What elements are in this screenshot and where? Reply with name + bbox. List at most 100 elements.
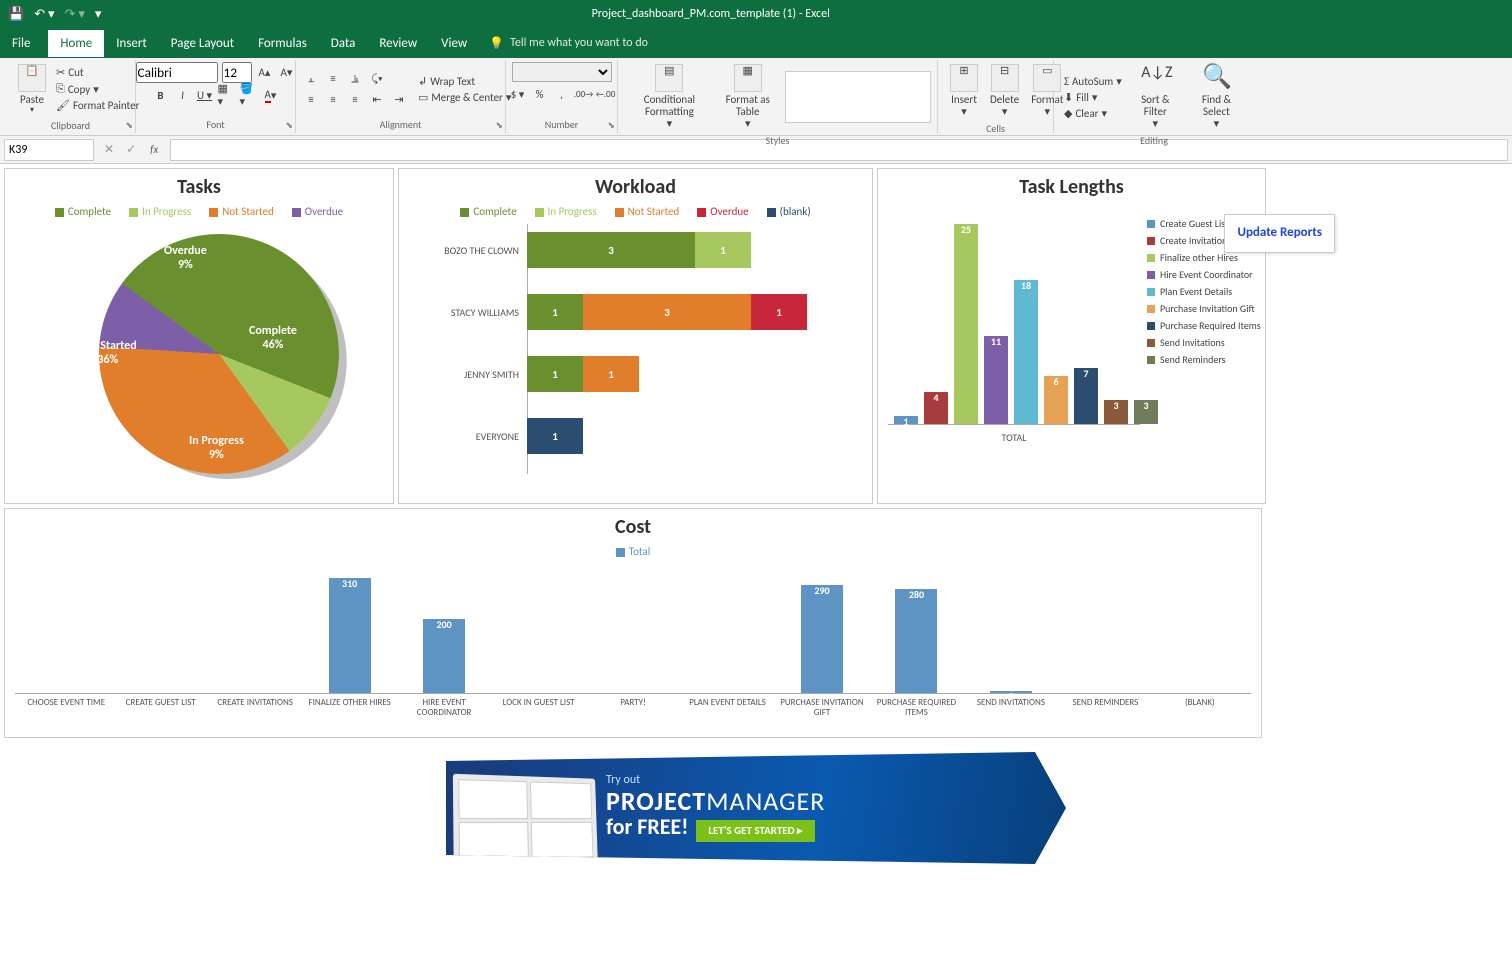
accounting-format-icon[interactable]: $ ▾ xyxy=(509,85,527,103)
cancel-formula-icon[interactable]: ✕ xyxy=(98,142,120,157)
y-axis-label: STACY WILLIAMS xyxy=(409,306,519,319)
clipboard-dialog-launcher[interactable]: ⬊ xyxy=(125,120,133,131)
tab-formulas[interactable]: Formulas xyxy=(246,30,319,57)
clear-button[interactable]: ◆Clear ▾ xyxy=(1060,106,1126,121)
group-editing: Σ AutoSum ▾ ⬇Fill ▾ ◆Clear ▾ A↓ZSort & F… xyxy=(1054,60,1254,133)
conditional-formatting-button[interactable]: ▤Conditional Formatting ▾ xyxy=(624,62,715,132)
percent-format-icon[interactable]: % xyxy=(531,85,549,103)
window-title: Project_dashboard_PM.com_template (1) - … xyxy=(109,7,1312,21)
hbar-row: JENNY SMITH11 xyxy=(527,348,862,400)
x-axis-label: CREATE GUEST LIST xyxy=(113,698,207,718)
title-bar: 💾 ↶ ▾ ↷ ▾ ▾ Project_dashboard_PM.com_tem… xyxy=(0,0,1512,28)
decrease-decimal-icon[interactable]: ←.00 xyxy=(597,85,615,103)
align-bottom-icon[interactable]: ⫡ xyxy=(346,70,364,88)
insert-cells-button[interactable]: ⊞Insert▾ xyxy=(944,62,984,120)
chart-tasks[interactable]: Tasks Complete In Progress Not Started O… xyxy=(4,168,394,504)
wrap-icon: ↲ xyxy=(418,75,427,88)
cell-styles-gallery[interactable] xyxy=(785,71,931,123)
chart-legend: Complete In Progress Not Started Overdue… xyxy=(409,205,862,218)
tab-review[interactable]: Review xyxy=(367,30,429,57)
format-painter-button[interactable]: 🖌Format Painter xyxy=(52,98,143,113)
font-dialog-launcher[interactable]: ⬊ xyxy=(285,120,293,131)
fill-button[interactable]: ⬇Fill ▾ xyxy=(1060,90,1126,105)
paste-button[interactable]: 📋 Paste▾ xyxy=(12,62,52,117)
format-as-table-button[interactable]: ▦Format as Table ▾ xyxy=(715,62,781,132)
wrap-text-button[interactable]: ↲Wrap Text xyxy=(414,74,515,89)
font-name-combo[interactable] xyxy=(136,62,218,83)
x-axis-label: CHOOSE EVENT TIME xyxy=(19,698,113,718)
tell-me-search[interactable]: 💡 Tell me what you want to do xyxy=(479,36,648,51)
tab-page-layout[interactable]: Page Layout xyxy=(159,30,246,57)
fx-icon[interactable]: fx xyxy=(142,143,166,156)
autosum-button[interactable]: Σ AutoSum ▾ xyxy=(1060,74,1126,89)
data-label: 280 xyxy=(909,588,924,601)
decrease-indent-icon[interactable]: ⇤ xyxy=(368,91,386,109)
bar-segment: 1 xyxy=(751,294,807,330)
qat-customize-icon[interactable]: ▾ xyxy=(95,7,102,22)
chart-workload[interactable]: Workload Complete In Progress Not Starte… xyxy=(398,168,873,504)
copy-button[interactable]: ⎘Copy ▾ xyxy=(52,81,143,97)
align-right-icon[interactable]: ≡ xyxy=(346,91,364,109)
sort-filter-button[interactable]: A↓ZSort & Filter▾ xyxy=(1126,62,1185,132)
name-box[interactable] xyxy=(4,139,94,161)
vbar-chart: 142511186733 xyxy=(888,205,1140,425)
chart-legend: Total xyxy=(15,545,1251,558)
conditional-icon: ▤ xyxy=(655,64,683,92)
redo-icon[interactable]: ↷ ▾ xyxy=(65,7,85,22)
update-reports-button[interactable]: Update Reports xyxy=(1224,214,1335,253)
tab-file[interactable]: File xyxy=(0,30,48,57)
tab-view[interactable]: View xyxy=(429,30,479,57)
chart-task-lengths[interactable]: Task Lengths 142511186733 TOTAL Create G… xyxy=(877,168,1266,504)
merge-center-button[interactable]: ▭Merge & Center ▾ xyxy=(414,90,515,105)
tab-insert[interactable]: Insert xyxy=(104,30,159,57)
number-format-combo[interactable] xyxy=(512,62,612,82)
bold-button[interactable]: B xyxy=(152,86,170,104)
font-size-combo[interactable] xyxy=(222,62,252,83)
banner-cta-button[interactable]: LET'S GET STARTED ▸ xyxy=(696,820,814,842)
number-dialog-launcher[interactable]: ⬊ xyxy=(607,120,615,131)
delete-cells-button[interactable]: ⊟Delete▾ xyxy=(984,62,1025,120)
data-label: 290 xyxy=(814,584,829,597)
increase-font-icon[interactable]: A▴ xyxy=(256,64,274,82)
font-color-button[interactable]: A▾ xyxy=(262,86,280,104)
align-center-icon[interactable]: ≡ xyxy=(324,91,342,109)
orientation-icon[interactable]: ⤹▾ xyxy=(368,70,386,88)
bar: 3 xyxy=(1104,387,1128,424)
enter-formula-icon[interactable]: ✓ xyxy=(120,142,142,157)
legend-item: Send Invitations xyxy=(1147,334,1269,351)
underline-button[interactable]: U ▾ xyxy=(196,86,214,104)
fill-down-icon: ⬇ xyxy=(1064,91,1073,104)
promo-banner[interactable]: Try out PROJECTMANAGER for FREE!LET'S GE… xyxy=(446,752,1066,864)
increase-indent-icon[interactable]: ⇥ xyxy=(390,91,408,109)
italic-button[interactable]: I xyxy=(174,86,192,104)
save-icon[interactable]: 💾 xyxy=(8,7,24,22)
cut-button[interactable]: ✂Cut xyxy=(52,65,143,80)
alignment-dialog-launcher[interactable]: ⬊ xyxy=(495,120,503,131)
comma-format-icon[interactable]: , xyxy=(553,85,571,103)
chart-title: Tasks xyxy=(15,175,383,199)
data-label: 25 xyxy=(961,223,971,236)
tab-data[interactable]: Data xyxy=(319,30,368,57)
borders-button[interactable]: ▦ ▾ xyxy=(218,86,236,104)
tab-home[interactable]: Home xyxy=(48,30,104,57)
undo-icon[interactable]: ↶ ▾ xyxy=(34,7,54,22)
align-middle-icon[interactable]: ≡ xyxy=(324,70,342,88)
align-left-icon[interactable]: ≡ xyxy=(302,91,320,109)
bar: 18 xyxy=(1014,267,1038,424)
align-top-icon[interactable]: ⫠ xyxy=(302,70,320,88)
bar: 310 xyxy=(302,565,396,693)
banner-dashboard-graphic xyxy=(453,774,598,867)
find-select-button[interactable]: 🔍Find & Select▾ xyxy=(1185,62,1248,132)
chart-cost[interactable]: Cost Total 3102002902805 CHOOSE EVENT TI… xyxy=(4,508,1262,738)
data-label: 4 xyxy=(933,391,938,404)
fill-color-button[interactable]: 🪣▾ xyxy=(240,86,258,104)
bar-segment: 1 xyxy=(583,356,639,392)
data-label: 3 xyxy=(1143,399,1148,412)
decrease-font-icon[interactable]: A▾ xyxy=(278,64,296,82)
bar: 5 xyxy=(964,678,1058,693)
increase-decimal-icon[interactable]: .00→ xyxy=(575,85,593,103)
pie-chart: Complete46% In Progress9% Not Started36%… xyxy=(29,224,369,484)
scissors-icon: ✂ xyxy=(56,66,65,79)
data-label: 1 xyxy=(903,415,908,428)
bar-segment: 1 xyxy=(527,356,583,392)
